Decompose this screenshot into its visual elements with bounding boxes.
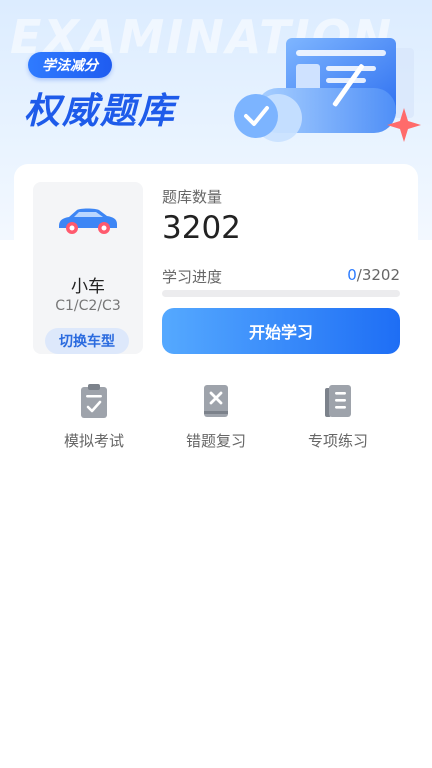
car-icon [59,208,117,234]
license-types: C1/C2/C3 [55,298,121,314]
wrong-review-entry[interactable]: 错题复习 [156,380,276,456]
question-bank-card: 小车 C1/C2/C3 切换车型 题库数量 3202 学习进度 0/3202 开… [14,164,418,376]
progress-label: 学习进度 [162,268,223,286]
question-count-value: 3202 [162,210,241,246]
start-learning-button[interactable]: 开始学习 [162,308,400,354]
switch-vehicle-button[interactable]: 切换车型 [45,328,129,354]
wrong-book-icon [204,385,228,417]
hero-badge: 学法减分 [28,52,112,78]
special-practice-label: 专项练习 [307,432,368,450]
vehicle-name: 小车 [71,277,105,297]
mock-exam-entry[interactable]: 模拟考试 [34,380,154,456]
progress-current: 0 [347,266,357,284]
special-practice-entry[interactable]: 专项练习 [278,380,398,456]
question-count-label: 题库数量 [162,188,223,206]
document-illustration-icon [234,38,421,142]
progress-value: 0/3202 [347,266,400,284]
mock-exam-label: 模拟考试 [63,432,124,450]
progress-total: 3202 [361,266,400,284]
list-book-icon [325,385,351,417]
vehicle-panel: 小车 C1/C2/C3 切换车型 [33,182,143,354]
progress-bar [162,290,400,297]
wrong-review-label: 错题复习 [185,432,246,450]
hero-title: 权威题库 [24,91,177,132]
clipboard-check-icon [81,384,107,418]
practice-entries: 模拟考试 错题复习 专项练习 [0,380,432,460]
